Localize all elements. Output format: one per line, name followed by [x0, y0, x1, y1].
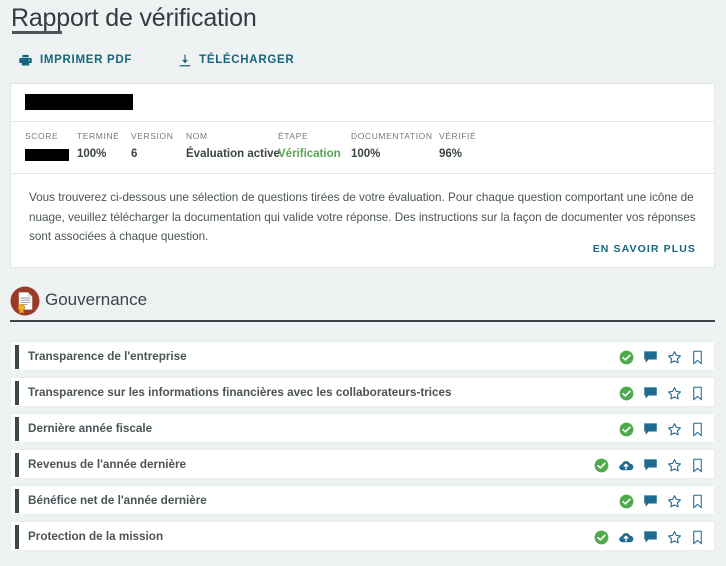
- download-button[interactable]: TÉLÉCHARGER: [178, 53, 294, 68]
- table-row[interactable]: Protection de la mission: [10, 521, 715, 551]
- verified-check-icon: [619, 350, 634, 365]
- verified-check-icon: [594, 458, 609, 473]
- row-accent-bar: [15, 453, 19, 477]
- meta-col-version: VERSION 6: [131, 131, 173, 160]
- table-row[interactable]: Dernière année fiscale: [10, 413, 715, 443]
- verification-report-page: Rapport de vérification IMPRIMER PDF TÉL…: [0, 0, 726, 566]
- section-header-gouvernance: Gouvernance: [0, 286, 726, 328]
- meta-label-version: VERSION: [131, 131, 174, 141]
- question-label: Bénéfice net de l'année dernière: [28, 493, 207, 507]
- row-actions: [594, 450, 704, 480]
- score-value-redacted: [25, 149, 69, 161]
- comment-icon[interactable]: [643, 530, 658, 544]
- table-row[interactable]: Revenus de l'année dernière: [10, 449, 715, 479]
- meta-col-verifie: VÉRIFIÉ 96%: [439, 131, 476, 160]
- section-title: Gouvernance: [45, 290, 148, 309]
- meta-value-termine: 100%: [77, 148, 107, 160]
- meta-label-verifie: VÉRIFIÉ: [439, 131, 477, 141]
- meta-row: SCORE TERMINÉ 100% VERSION 6 NOM Évaluat…: [11, 131, 714, 171]
- star-icon[interactable]: [667, 530, 682, 545]
- row-actions: [594, 522, 704, 552]
- question-label: Protection de la mission: [28, 529, 164, 543]
- meta-label-etape: ÉTAPE: [278, 131, 309, 141]
- meta-label-score: SCORE: [25, 131, 59, 141]
- question-label: Transparence sur les informations financ…: [28, 385, 452, 399]
- comment-icon[interactable]: [643, 494, 658, 508]
- verified-check-icon: [619, 494, 634, 509]
- meta-col-etape: ÉTAPE Vérification: [278, 131, 341, 160]
- cloud-upload-icon[interactable]: [618, 530, 634, 545]
- row-actions: [619, 378, 704, 408]
- organization-name-redacted: [25, 94, 133, 110]
- bookmark-icon[interactable]: [691, 530, 704, 545]
- meta-col-nom: NOM Évaluation active: [186, 131, 280, 160]
- row-actions: [619, 414, 704, 444]
- meta-value-verifie: 96%: [439, 148, 463, 160]
- question-label: Dernière année fiscale: [28, 421, 153, 435]
- print-pdf-label: IMPRIMER PDF: [40, 54, 133, 66]
- intro-text: Vous trouverez ci-dessous une sélection …: [29, 191, 696, 243]
- table-row[interactable]: Transparence sur les informations financ…: [10, 377, 715, 407]
- table-row[interactable]: Transparence de l'entreprise: [10, 341, 715, 371]
- verified-check-icon: [594, 530, 609, 545]
- download-icon: [178, 53, 192, 68]
- meta-value-version: 6: [131, 148, 138, 160]
- learn-more-link[interactable]: EN SAVOIR PLUS: [593, 243, 696, 255]
- meta-label-documentation: DOCUMENTATION: [351, 131, 433, 141]
- cloud-upload-icon[interactable]: [618, 458, 634, 473]
- meta-col-termine: TERMINÉ 100%: [77, 131, 119, 160]
- star-icon[interactable]: [667, 458, 682, 473]
- star-icon[interactable]: [667, 422, 682, 437]
- row-actions: [619, 342, 704, 372]
- table-row[interactable]: Bénéfice net de l'année dernière: [10, 485, 715, 515]
- row-accent-bar: [15, 345, 19, 369]
- bookmark-icon[interactable]: [691, 458, 704, 473]
- star-icon[interactable]: [667, 350, 682, 365]
- verified-check-icon: [619, 386, 634, 401]
- page-title: Rapport de vérification: [11, 4, 257, 32]
- row-accent-bar: [15, 489, 19, 513]
- report-toolbar: IMPRIMER PDF TÉLÉCHARGER: [0, 46, 294, 74]
- comment-icon[interactable]: [643, 458, 658, 472]
- question-label: Revenus de l'année dernière: [28, 457, 187, 471]
- comment-icon[interactable]: [643, 422, 658, 436]
- bookmark-icon[interactable]: [691, 386, 704, 401]
- meta-value-etape: Vérification: [278, 148, 341, 160]
- row-accent-bar: [15, 417, 19, 441]
- title-underline: [12, 31, 62, 34]
- meta-value-nom: Évaluation active: [186, 148, 280, 160]
- bookmark-icon[interactable]: [691, 350, 704, 365]
- download-label: TÉLÉCHARGER: [199, 54, 295, 66]
- row-actions: [619, 486, 704, 516]
- row-accent-bar: [15, 525, 19, 549]
- bookmark-icon[interactable]: [691, 422, 704, 437]
- meta-label-termine: TERMINÉ: [77, 131, 120, 141]
- meta-divider: [11, 121, 714, 122]
- organization-summary-card: SCORE TERMINÉ 100% VERSION 6 NOM Évaluat…: [10, 83, 715, 173]
- comment-icon[interactable]: [643, 350, 658, 364]
- question-label: Transparence de l'entreprise: [28, 349, 187, 363]
- meta-label-nom: NOM: [186, 131, 208, 141]
- comment-icon[interactable]: [643, 386, 658, 400]
- verified-check-icon: [619, 422, 634, 437]
- star-icon[interactable]: [667, 494, 682, 509]
- row-accent-bar: [15, 381, 19, 405]
- star-icon[interactable]: [667, 386, 682, 401]
- meta-value-documentation: 100%: [351, 148, 381, 160]
- certificate-document-icon: [10, 286, 40, 316]
- meta-col-score: SCORE: [25, 131, 69, 161]
- question-list: Transparence de l'entreprise Transparence…: [10, 341, 715, 557]
- section-rule: [10, 320, 715, 322]
- meta-col-documentation: DOCUMENTATION 100%: [351, 131, 433, 160]
- printer-icon: [18, 53, 33, 68]
- print-pdf-button[interactable]: IMPRIMER PDF: [18, 53, 132, 68]
- bookmark-icon[interactable]: [691, 494, 704, 509]
- intro-card: Vous trouverez ci-dessous une sélection …: [10, 173, 715, 268]
